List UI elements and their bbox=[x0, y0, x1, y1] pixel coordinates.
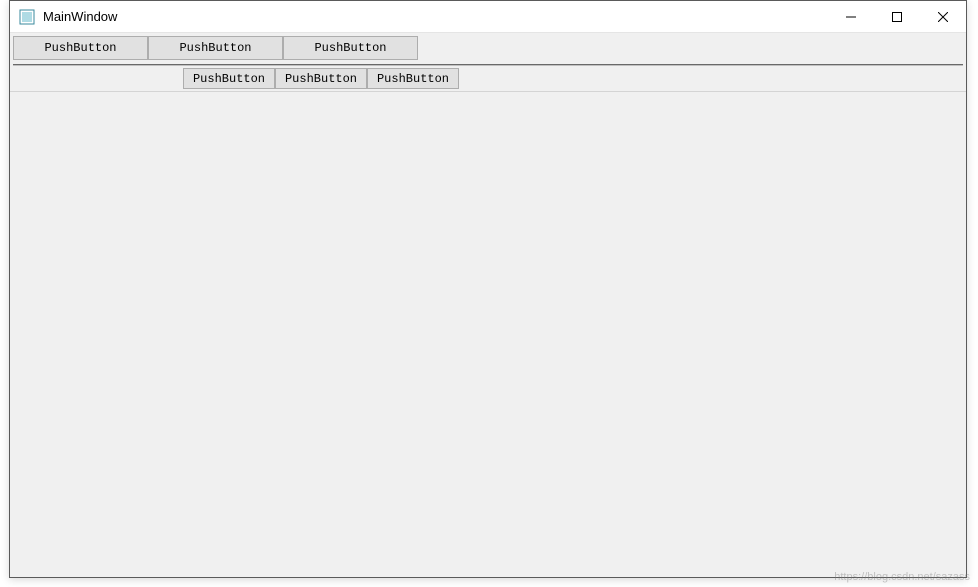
toolbar-separator bbox=[13, 64, 963, 66]
toolbar-row-2: PushButton PushButton PushButton bbox=[183, 68, 459, 89]
push-button-6[interactable]: PushButton bbox=[367, 68, 459, 89]
close-button[interactable] bbox=[920, 1, 966, 32]
minimize-button[interactable] bbox=[828, 1, 874, 32]
push-button-3[interactable]: PushButton bbox=[283, 36, 418, 60]
toolbar-secondary: PushButton PushButton PushButton bbox=[10, 67, 966, 91]
push-button-5[interactable]: PushButton bbox=[275, 68, 367, 89]
watermark-text: https://blog.csdn.net/sazass bbox=[834, 571, 970, 583]
main-window: MainWindow PushButton PushButton PushBut… bbox=[9, 0, 967, 578]
central-widget bbox=[10, 91, 966, 574]
toolbar-row-1: PushButton PushButton PushButton bbox=[13, 36, 963, 60]
window-title: MainWindow bbox=[43, 9, 828, 24]
toolbar-primary: PushButton PushButton PushButton bbox=[10, 33, 966, 62]
titlebar[interactable]: MainWindow bbox=[10, 1, 966, 33]
maximize-button[interactable] bbox=[874, 1, 920, 32]
push-button-2[interactable]: PushButton bbox=[148, 36, 283, 60]
toolbar-spacer bbox=[13, 68, 183, 89]
push-button-1[interactable]: PushButton bbox=[13, 36, 148, 60]
push-button-4[interactable]: PushButton bbox=[183, 68, 275, 89]
window-controls bbox=[828, 1, 966, 32]
app-icon bbox=[19, 9, 35, 25]
